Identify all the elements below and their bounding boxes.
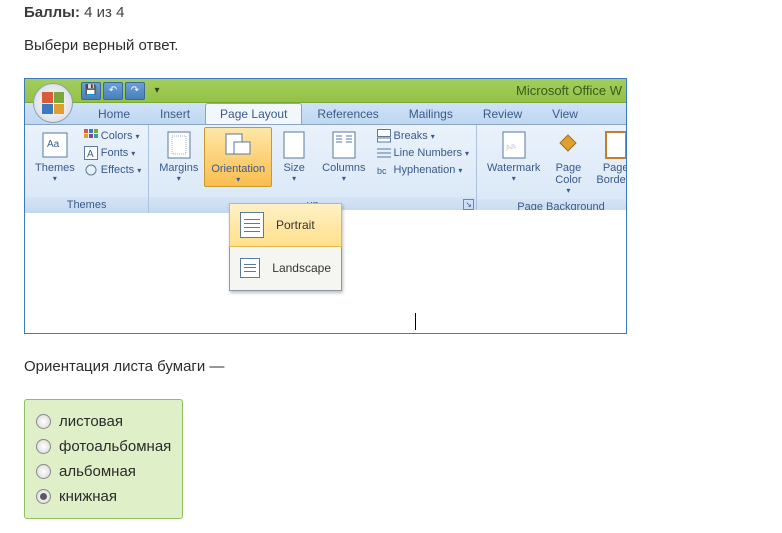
ribbon: Aa Themes Colors▾ A Fonts▾ <box>25 125 626 213</box>
chevron-down-icon <box>512 174 516 183</box>
page-color-button[interactable]: Page Color <box>546 127 590 197</box>
radio-icon <box>36 439 51 454</box>
orientation-button[interactable]: Orientation <box>204 127 272 187</box>
chevron-down-icon <box>342 174 346 183</box>
undo-icon: ↶ <box>109 85 117 96</box>
title-bar: 💾 ↶ ↷ ▾ Microsoft Office W <box>25 79 626 103</box>
answer-label: книжная <box>59 488 117 505</box>
ribbon-tabs: Home Insert Page Layout References Maili… <box>25 103 626 125</box>
hyphenation-button[interactable]: bc Hyphenation▾ <box>374 162 473 178</box>
chevron-down-icon: ▾ <box>136 132 140 141</box>
word-screenshot: 💾 ↶ ↷ ▾ Microsoft Office W Home Insert P… <box>24 78 627 334</box>
answer-label: альбомная <box>59 463 136 480</box>
orientation-landscape-item[interactable]: Landscape <box>230 246 341 290</box>
tab-insert[interactable]: Insert <box>145 103 205 124</box>
size-button[interactable]: Size <box>272 127 316 185</box>
text-caret <box>415 313 416 330</box>
score-label: Баллы: <box>24 4 80 21</box>
chevron-down-icon: ▾ <box>431 132 435 141</box>
svg-text:Aa: Aa <box>47 139 60 150</box>
portrait-icon <box>240 212 264 238</box>
answer-label: фотоальбомная <box>59 438 171 455</box>
chevron-down-icon <box>53 174 57 183</box>
breaks-button[interactable]: Breaks▾ <box>374 128 473 144</box>
score-line: Баллы: 4 из 4 <box>24 0 758 21</box>
effects-icon <box>84 163 98 177</box>
chevron-down-icon <box>177 174 181 183</box>
answer-box: листовая фотоальбомная альбомная книжная <box>24 399 183 519</box>
chevron-down-icon <box>292 174 296 183</box>
tab-references[interactable]: References <box>302 103 393 124</box>
page-borders-button[interactable]: Page Borders <box>590 127 627 188</box>
radio-icon <box>36 464 51 479</box>
size-icon <box>278 129 310 161</box>
qat-redo-button[interactable]: ↷ <box>125 82 145 100</box>
themes-button[interactable]: Aa Themes <box>29 127 81 185</box>
group-themes-label: Themes <box>25 197 148 213</box>
group-page-setup: Margins Orientation Size Columns <box>149 125 477 213</box>
tab-review[interactable]: Review <box>468 103 537 124</box>
document-area[interactable] <box>328 210 626 333</box>
orientation-icon <box>222 130 254 162</box>
redo-icon: ↷ <box>131 85 139 96</box>
chevron-down-icon: ▾ <box>131 149 135 158</box>
colors-icon <box>84 129 98 143</box>
page-borders-icon <box>600 129 627 161</box>
question-text: Ориентация листа бумаги — <box>24 358 758 375</box>
group-themes: Aa Themes Colors▾ A Fonts▾ <box>25 125 149 213</box>
orientation-dropdown: Portrait Landscape <box>229 203 342 291</box>
margins-button[interactable]: Margins <box>153 127 204 185</box>
orientation-portrait-item[interactable]: Portrait <box>229 203 342 247</box>
task-prompt: Выбери верный ответ. <box>24 37 758 54</box>
qat-undo-button[interactable]: ↶ <box>103 82 123 100</box>
radio-icon <box>36 414 51 429</box>
answer-option-2[interactable]: фотоальбомная <box>36 434 171 459</box>
page-color-icon <box>552 129 584 161</box>
answer-label: листовая <box>59 413 123 430</box>
tab-home[interactable]: Home <box>83 103 145 124</box>
breaks-icon <box>377 129 391 143</box>
fonts-button[interactable]: A Fonts▾ <box>81 145 144 161</box>
group-page-background: Aa Watermark Page Color Page Borders Pag… <box>477 125 627 213</box>
margins-icon <box>163 129 195 161</box>
columns-icon <box>328 129 360 161</box>
line-numbers-icon <box>377 146 391 160</box>
line-numbers-button[interactable]: Line Numbers▾ <box>374 145 473 161</box>
score-value: 4 из 4 <box>84 4 124 21</box>
app-title: Microsoft Office W <box>516 83 622 98</box>
hyphenation-icon: bc <box>377 163 391 177</box>
fonts-icon: A <box>84 146 98 160</box>
tab-page-layout[interactable]: Page Layout <box>205 103 302 124</box>
tab-mailings[interactable]: Mailings <box>394 103 468 124</box>
answer-option-3[interactable]: альбомная <box>36 459 171 484</box>
office-logo-icon <box>42 92 64 114</box>
svg-text:A: A <box>87 149 94 160</box>
save-icon: 💾 <box>85 85 97 96</box>
qat-customize-button[interactable]: ▾ <box>147 82 167 100</box>
office-button[interactable] <box>33 83 73 123</box>
tab-view[interactable]: View <box>537 103 593 124</box>
qat-save-button[interactable]: 💾 <box>81 82 101 100</box>
svg-text:bc: bc <box>377 166 387 176</box>
quick-access-toolbar: 💾 ↶ ↷ ▾ <box>81 82 167 100</box>
chevron-down-icon: ▾ <box>137 166 141 175</box>
chevron-down-icon <box>566 186 570 195</box>
colors-button[interactable]: Colors▾ <box>81 128 144 144</box>
themes-icon: Aa <box>39 129 71 161</box>
chevron-down-icon: ▾ <box>465 149 469 158</box>
answer-option-1[interactable]: листовая <box>36 409 171 434</box>
watermark-icon: Aa <box>498 129 530 161</box>
chevron-down-icon: ▾ <box>458 166 462 175</box>
radio-checked-icon <box>36 489 51 504</box>
answer-option-4[interactable]: книжная <box>36 484 171 509</box>
landscape-icon <box>240 258 260 278</box>
watermark-button[interactable]: Aa Watermark <box>481 127 546 185</box>
effects-button[interactable]: Effects▾ <box>81 162 144 178</box>
columns-button[interactable]: Columns <box>316 127 371 185</box>
chevron-down-icon <box>236 175 240 184</box>
themes-label: Themes <box>35 162 75 174</box>
dialog-launcher-button[interactable]: ↘ <box>463 199 474 210</box>
